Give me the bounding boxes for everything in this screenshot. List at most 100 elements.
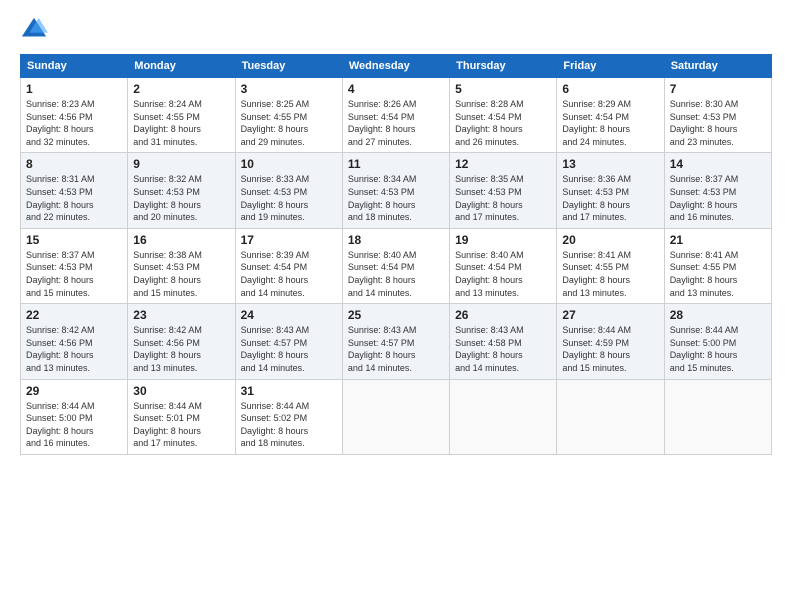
day-number: 11 xyxy=(348,157,444,171)
calendar-cell: 19Sunrise: 8:40 AM Sunset: 4:54 PM Dayli… xyxy=(450,228,557,303)
day-number: 31 xyxy=(241,384,337,398)
page: SundayMondayTuesdayWednesdayThursdayFrid… xyxy=(0,0,792,612)
day-info: Sunrise: 8:37 AM Sunset: 4:53 PM Dayligh… xyxy=(670,173,766,223)
day-number: 30 xyxy=(133,384,229,398)
day-info: Sunrise: 8:33 AM Sunset: 4:53 PM Dayligh… xyxy=(241,173,337,223)
day-info: Sunrise: 8:36 AM Sunset: 4:53 PM Dayligh… xyxy=(562,173,658,223)
calendar-cell: 14 Sunrise: 8:37 AM Sunset: 4:53 PM Dayli… xyxy=(664,153,771,228)
day-number: 13 xyxy=(562,157,658,171)
calendar-header-friday: Friday xyxy=(557,55,664,78)
calendar-header-thursday: Thursday xyxy=(450,55,557,78)
day-number: 8 xyxy=(26,157,122,171)
calendar-cell: 27 Sunrise: 8:44 AM Sunset: 4:59 PM Dayli… xyxy=(557,304,664,379)
day-info: Sunrise: 8:24 AM Sunset: 4:55 PM Dayligh… xyxy=(133,98,229,148)
day-info: Sunrise: 8:29 AM Sunset: 4:54 PM Dayligh… xyxy=(562,98,658,148)
calendar-cell: 16 Sunrise: 8:38 AM Sunset: 4:53 PM Dayli… xyxy=(128,228,235,303)
day-info: Sunrise: 8:40 AM Sunset: 4:54 PM Dayligh… xyxy=(455,249,551,299)
day-number: 16 xyxy=(133,233,229,247)
day-number: 17 xyxy=(241,233,337,247)
day-number: 24 xyxy=(241,308,337,322)
calendar-cell: 31 Sunrise: 8:44 AM Sunset: 5:02 PM Dayli… xyxy=(235,379,342,454)
calendar-header-tuesday: Tuesday xyxy=(235,55,342,78)
logo-icon xyxy=(20,16,48,44)
calendar-cell: 2Sunrise: 8:24 AM Sunset: 4:55 PM Daylig… xyxy=(128,78,235,153)
day-info: Sunrise: 8:41 AM Sunset: 4:55 PM Dayligh… xyxy=(670,249,766,299)
day-info: Sunrise: 8:42 AM Sunset: 4:56 PM Dayligh… xyxy=(133,324,229,374)
calendar-cell: 28 Sunrise: 8:44 AM Sunset: 5:00 PM Dayli… xyxy=(664,304,771,379)
calendar-cell: 11Sunrise: 8:34 AM Sunset: 4:53 PM Dayli… xyxy=(342,153,449,228)
day-info: Sunrise: 8:37 AM Sunset: 4:53 PM Dayligh… xyxy=(26,249,122,299)
calendar-cell xyxy=(450,379,557,454)
calendar-cell: 22Sunrise: 8:42 AM Sunset: 4:56 PM Dayli… xyxy=(21,304,128,379)
day-number: 25 xyxy=(348,308,444,322)
day-number: 15 xyxy=(26,233,122,247)
calendar-cell: 18Sunrise: 8:40 AM Sunset: 4:54 PM Dayli… xyxy=(342,228,449,303)
calendar-week-3: 15 Sunrise: 8:37 AM Sunset: 4:53 PM Dayli… xyxy=(21,228,772,303)
calendar-cell: 20Sunrise: 8:41 AM Sunset: 4:55 PM Dayli… xyxy=(557,228,664,303)
day-number: 29 xyxy=(26,384,122,398)
calendar-week-5: 29 Sunrise: 8:44 AM Sunset: 5:00 PM Dayli… xyxy=(21,379,772,454)
calendar-table: SundayMondayTuesdayWednesdayThursdayFrid… xyxy=(20,54,772,455)
calendar-cell xyxy=(342,379,449,454)
calendar-cell: 7 Sunrise: 8:30 AM Sunset: 4:53 PM Daylig… xyxy=(664,78,771,153)
day-number: 23 xyxy=(133,308,229,322)
day-number: 6 xyxy=(562,82,658,96)
day-number: 28 xyxy=(670,308,766,322)
calendar-cell: 29 Sunrise: 8:44 AM Sunset: 5:00 PM Dayli… xyxy=(21,379,128,454)
day-number: 14 xyxy=(670,157,766,171)
day-number: 7 xyxy=(670,82,766,96)
day-number: 12 xyxy=(455,157,551,171)
calendar-cell: 25Sunrise: 8:43 AM Sunset: 4:57 PM Dayli… xyxy=(342,304,449,379)
calendar-cell: 23 Sunrise: 8:42 AM Sunset: 4:56 PM Dayli… xyxy=(128,304,235,379)
day-info: Sunrise: 8:42 AM Sunset: 4:56 PM Dayligh… xyxy=(26,324,122,374)
calendar-cell: 12 Sunrise: 8:35 AM Sunset: 4:53 PM Dayli… xyxy=(450,153,557,228)
day-number: 4 xyxy=(348,82,444,96)
day-info: Sunrise: 8:44 AM Sunset: 5:02 PM Dayligh… xyxy=(241,400,337,450)
calendar-cell: 4Sunrise: 8:26 AM Sunset: 4:54 PM Daylig… xyxy=(342,78,449,153)
calendar-cell: 17 Sunrise: 8:39 AM Sunset: 4:54 PM Dayli… xyxy=(235,228,342,303)
logo xyxy=(20,16,52,44)
day-info: Sunrise: 8:30 AM Sunset: 4:53 PM Dayligh… xyxy=(670,98,766,148)
day-number: 1 xyxy=(26,82,122,96)
calendar-cell: 13 Sunrise: 8:36 AM Sunset: 4:53 PM Dayli… xyxy=(557,153,664,228)
day-info: Sunrise: 8:35 AM Sunset: 4:53 PM Dayligh… xyxy=(455,173,551,223)
day-info: Sunrise: 8:32 AM Sunset: 4:53 PM Dayligh… xyxy=(133,173,229,223)
calendar-cell: 9 Sunrise: 8:32 AM Sunset: 4:53 PM Daylig… xyxy=(128,153,235,228)
calendar-header-sunday: Sunday xyxy=(21,55,128,78)
day-info: Sunrise: 8:23 AM Sunset: 4:56 PM Dayligh… xyxy=(26,98,122,148)
calendar-header-wednesday: Wednesday xyxy=(342,55,449,78)
calendar-cell: 5 Sunrise: 8:28 AM Sunset: 4:54 PM Daylig… xyxy=(450,78,557,153)
calendar-week-2: 8Sunrise: 8:31 AM Sunset: 4:53 PM Daylig… xyxy=(21,153,772,228)
calendar-header-row: SundayMondayTuesdayWednesdayThursdayFrid… xyxy=(21,55,772,78)
calendar-cell: 30 Sunrise: 8:44 AM Sunset: 5:01 PM Dayli… xyxy=(128,379,235,454)
day-info: Sunrise: 8:38 AM Sunset: 4:53 PM Dayligh… xyxy=(133,249,229,299)
day-info: Sunrise: 8:43 AM Sunset: 4:58 PM Dayligh… xyxy=(455,324,551,374)
day-info: Sunrise: 8:28 AM Sunset: 4:54 PM Dayligh… xyxy=(455,98,551,148)
day-number: 27 xyxy=(562,308,658,322)
calendar-header-monday: Monday xyxy=(128,55,235,78)
day-info: Sunrise: 8:40 AM Sunset: 4:54 PM Dayligh… xyxy=(348,249,444,299)
day-info: Sunrise: 8:44 AM Sunset: 5:00 PM Dayligh… xyxy=(670,324,766,374)
calendar-cell: 15 Sunrise: 8:37 AM Sunset: 4:53 PM Dayli… xyxy=(21,228,128,303)
day-info: Sunrise: 8:43 AM Sunset: 4:57 PM Dayligh… xyxy=(241,324,337,374)
day-info: Sunrise: 8:44 AM Sunset: 5:00 PM Dayligh… xyxy=(26,400,122,450)
header xyxy=(20,16,772,44)
calendar-cell: 1 Sunrise: 8:23 AM Sunset: 4:56 PM Daylig… xyxy=(21,78,128,153)
day-number: 21 xyxy=(670,233,766,247)
day-info: Sunrise: 8:44 AM Sunset: 5:01 PM Dayligh… xyxy=(133,400,229,450)
calendar-cell: 26Sunrise: 8:43 AM Sunset: 4:58 PM Dayli… xyxy=(450,304,557,379)
calendar-cell: 24 Sunrise: 8:43 AM Sunset: 4:57 PM Dayli… xyxy=(235,304,342,379)
calendar-cell: 10 Sunrise: 8:33 AM Sunset: 4:53 PM Dayli… xyxy=(235,153,342,228)
day-number: 10 xyxy=(241,157,337,171)
day-number: 5 xyxy=(455,82,551,96)
calendar-week-4: 22Sunrise: 8:42 AM Sunset: 4:56 PM Dayli… xyxy=(21,304,772,379)
calendar-week-1: 1 Sunrise: 8:23 AM Sunset: 4:56 PM Daylig… xyxy=(21,78,772,153)
day-info: Sunrise: 8:39 AM Sunset: 4:54 PM Dayligh… xyxy=(241,249,337,299)
day-info: Sunrise: 8:25 AM Sunset: 4:55 PM Dayligh… xyxy=(241,98,337,148)
calendar-cell xyxy=(664,379,771,454)
calendar-cell: 8Sunrise: 8:31 AM Sunset: 4:53 PM Daylig… xyxy=(21,153,128,228)
calendar-cell: 3 Sunrise: 8:25 AM Sunset: 4:55 PM Daylig… xyxy=(235,78,342,153)
day-info: Sunrise: 8:44 AM Sunset: 4:59 PM Dayligh… xyxy=(562,324,658,374)
day-number: 3 xyxy=(241,82,337,96)
day-number: 9 xyxy=(133,157,229,171)
